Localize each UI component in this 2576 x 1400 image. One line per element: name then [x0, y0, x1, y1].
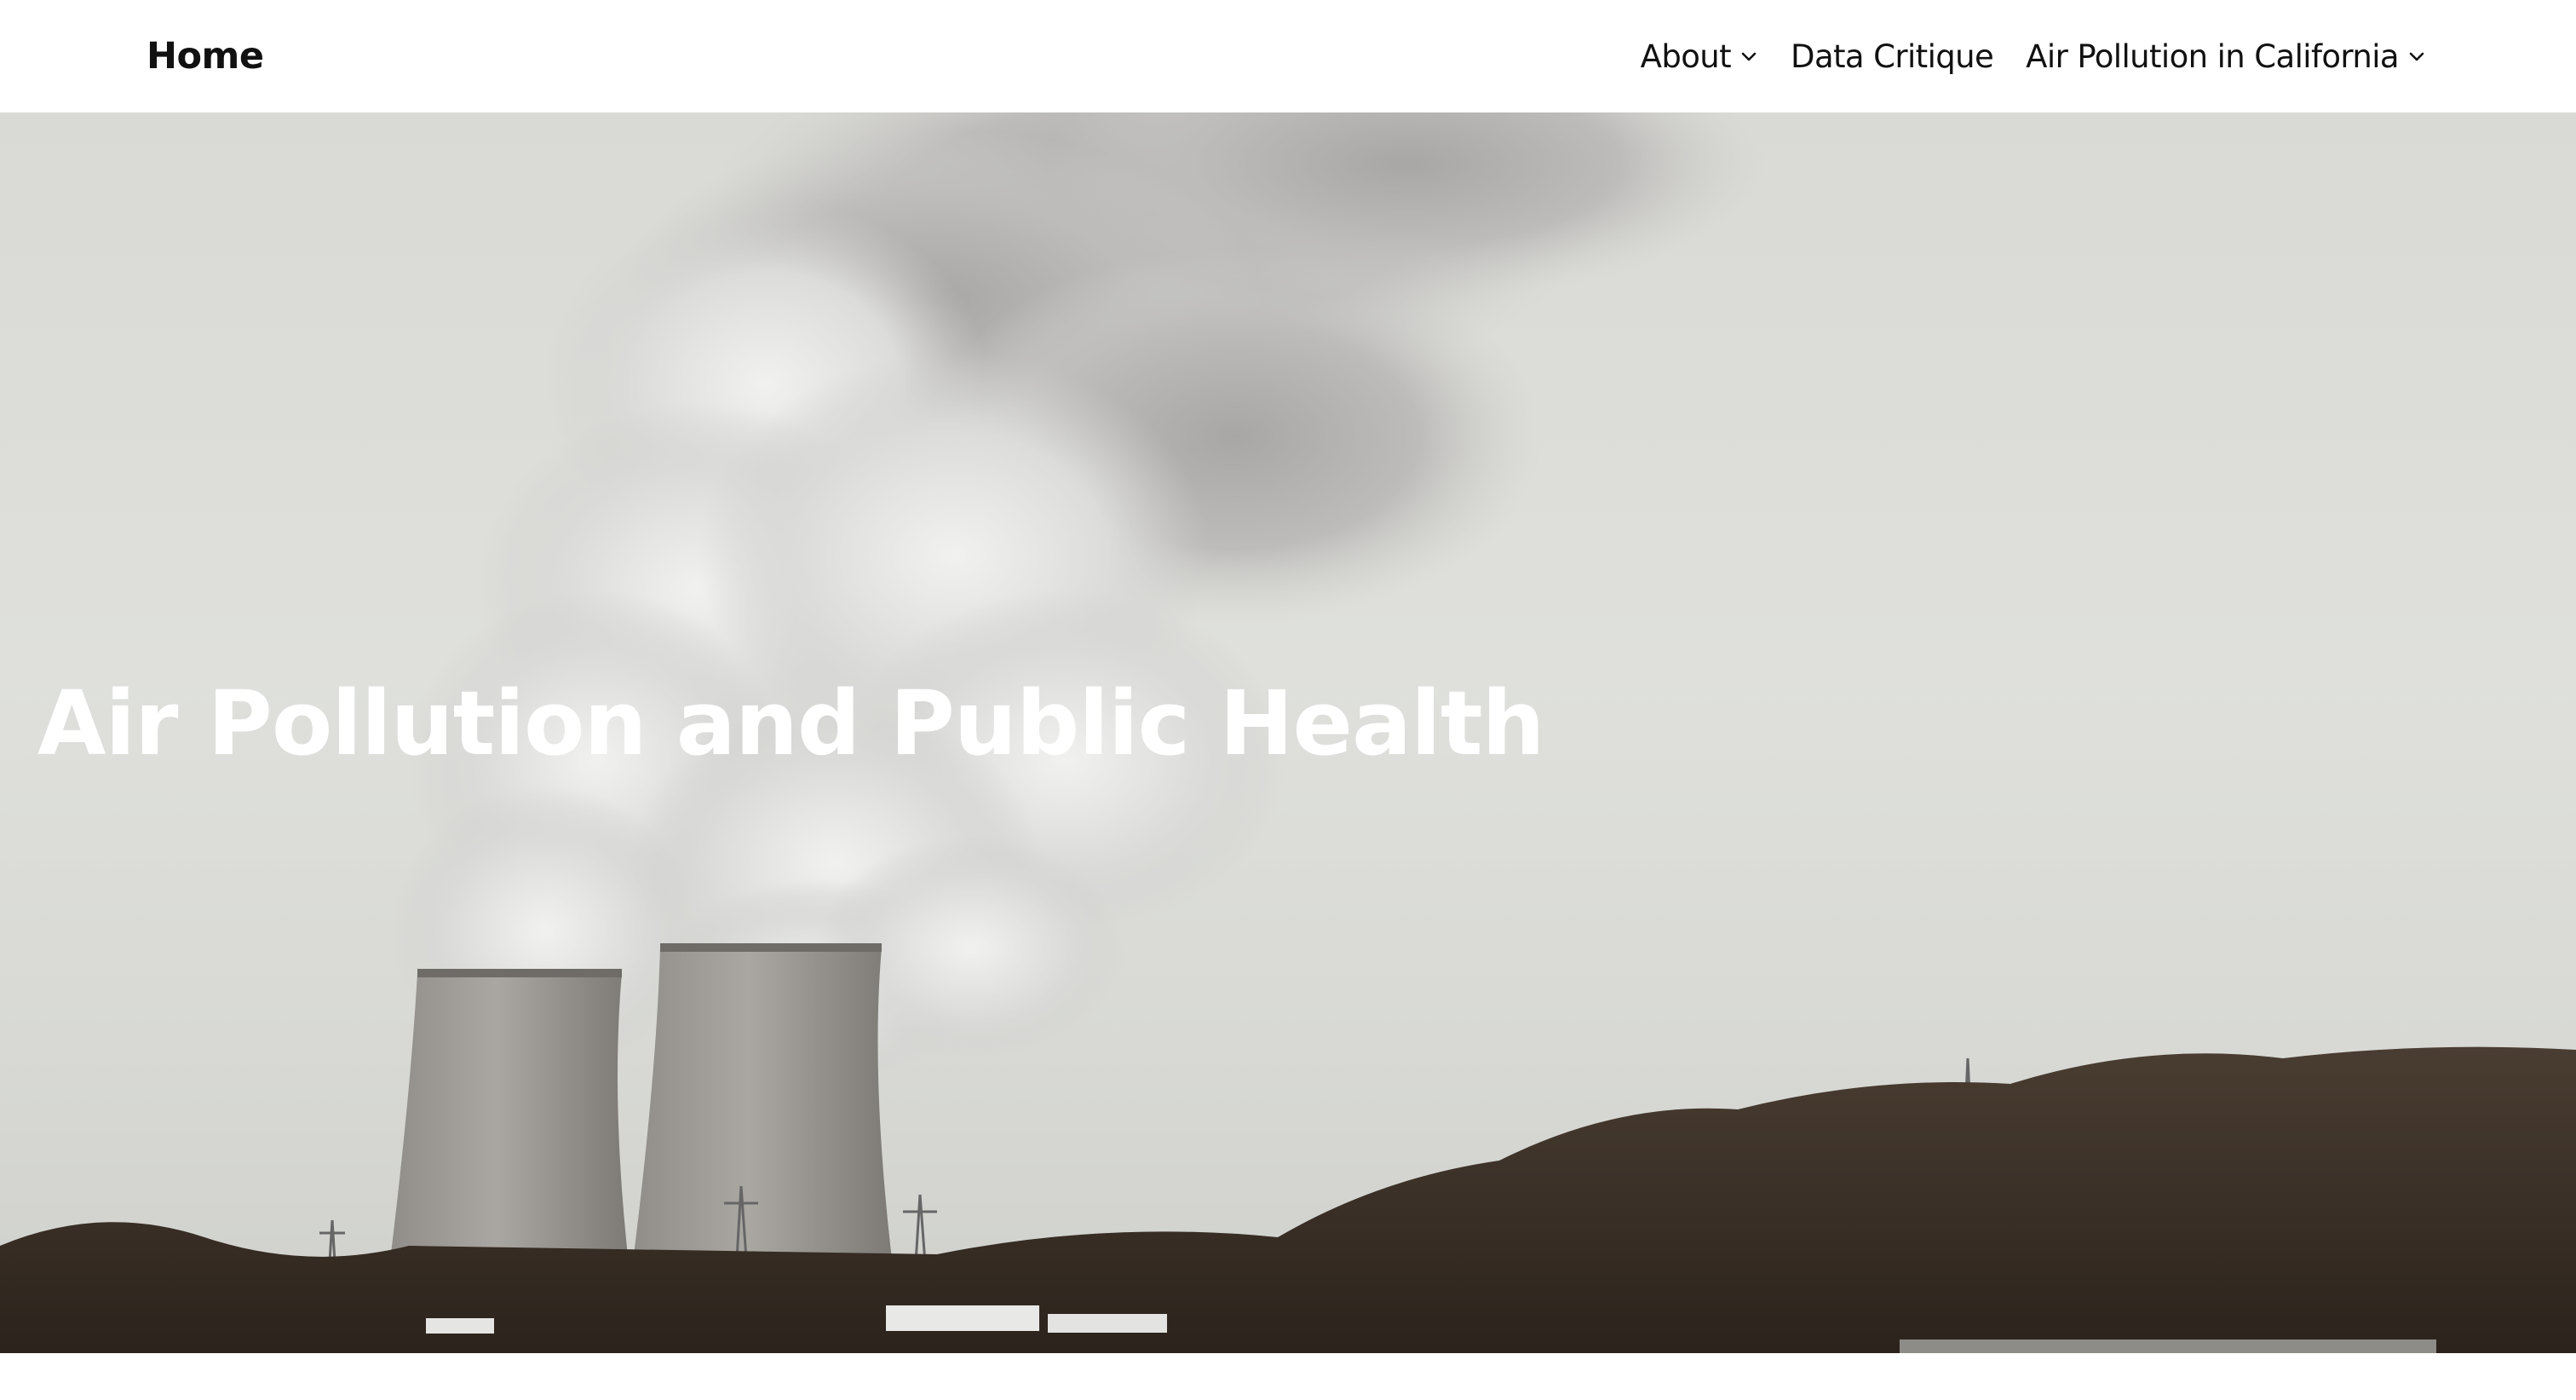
hero-cover: Air Pollution and Public Health: [0, 112, 2576, 1353]
page-bottom-whitespace: [0, 1353, 2576, 1400]
main-navigation: About Data Critique Air Pollution in Cal…: [1641, 38, 2426, 75]
nav-item-data-critique[interactable]: Data Critique: [1791, 37, 1994, 75]
nav-item-about-label: About: [1640, 37, 1732, 75]
site-header: Home About Data Critique Air Pollution i…: [0, 0, 2576, 112]
nav-item-data-critique-label: Data Critique: [1791, 37, 1994, 75]
nav-item-air-pollution-california[interactable]: Air Pollution in California: [2026, 38, 2426, 75]
nav-item-about[interactable]: About: [1641, 38, 1758, 75]
chevron-down-icon[interactable]: [2407, 47, 2426, 66]
hero-title: Air Pollution and Public Health: [37, 671, 1545, 775]
nav-item-air-pollution-california-label: Air Pollution in California: [2026, 37, 2399, 75]
site-title-home-link[interactable]: Home: [147, 35, 264, 78]
chevron-down-icon[interactable]: [1739, 47, 1758, 66]
